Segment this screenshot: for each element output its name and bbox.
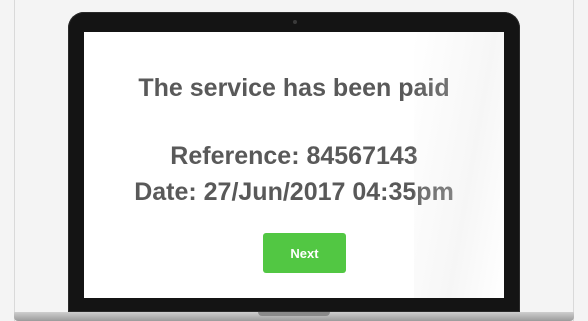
payment-status-title: The service has been paid (138, 74, 450, 102)
payment-date: Date: 27/Jun/2017 04:35pm (134, 178, 454, 206)
camera-icon (293, 20, 297, 24)
frame-left-edge (14, 0, 15, 321)
reference-number: Reference: 84567143 (170, 142, 418, 170)
laptop-screen: The service has been paid Reference: 845… (84, 32, 504, 298)
next-button[interactable]: Next (263, 233, 346, 273)
laptop-base-notch (258, 312, 330, 316)
laptop-mockup: The service has been paid Reference: 845… (0, 0, 588, 321)
frame-right-edge (573, 0, 574, 321)
